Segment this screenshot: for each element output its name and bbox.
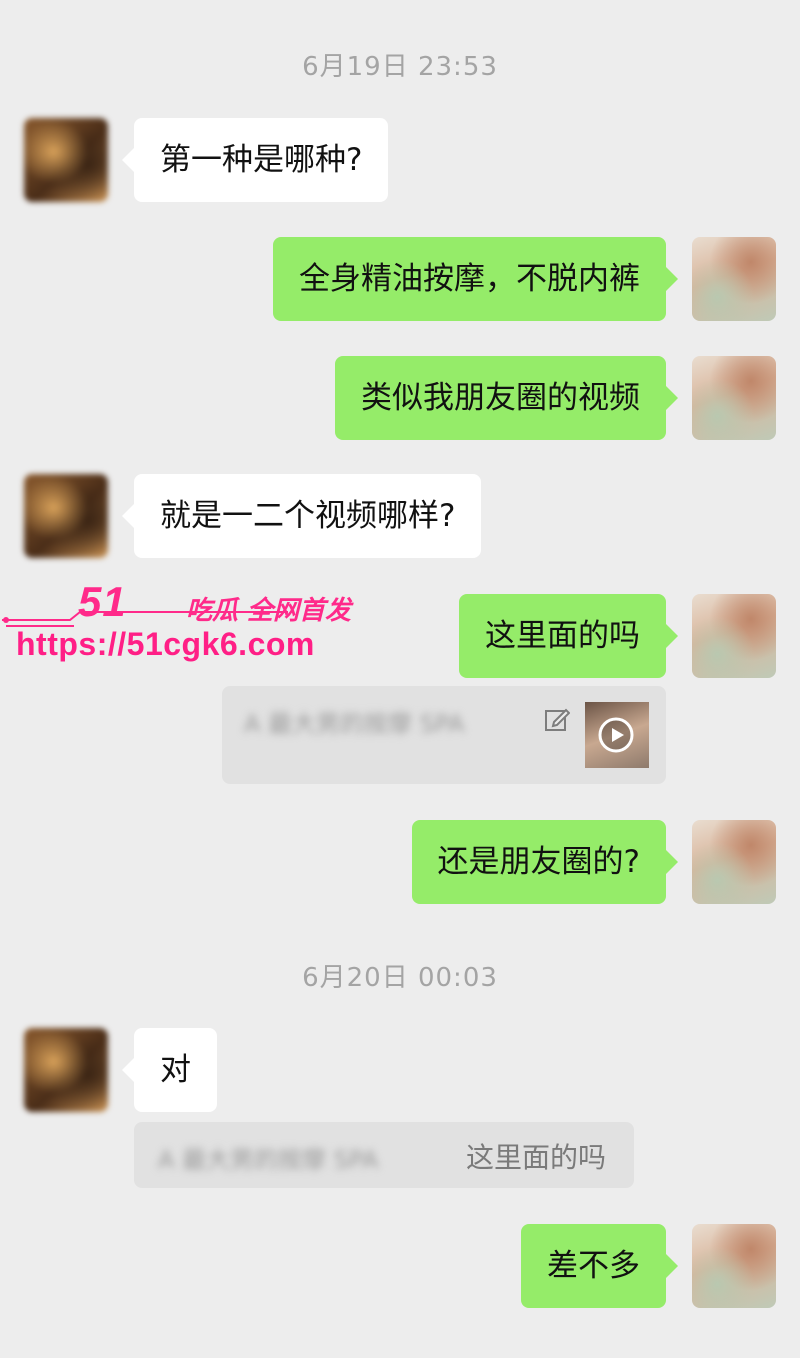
message-bubble-sent[interactable]: 差不多: [521, 1224, 678, 1308]
contact-avatar[interactable]: [24, 1028, 108, 1112]
message-bubble-sent[interactable]: 全身精油按摩，不脱内裤: [273, 237, 678, 321]
play-icon[interactable]: [597, 716, 635, 754]
contact-avatar[interactable]: [24, 474, 108, 558]
quoted-text-blurred: A 最大男的按摩 SPA: [244, 710, 465, 738]
watermark-tagline: 吃瓜 全网首发: [186, 596, 352, 626]
edit-icon[interactable]: [544, 706, 570, 732]
watermark-logo: 51: [78, 578, 127, 625]
message-bubble-received[interactable]: 对: [122, 1028, 217, 1112]
message-bubble-received[interactable]: 第一种是哪种?: [121, 118, 389, 202]
my-avatar[interactable]: [692, 1224, 776, 1308]
timestamp: 6月19日 23:53: [302, 52, 498, 82]
quoted-text: 这里面的吗: [466, 1141, 607, 1174]
timestamp: 6月20日 00:03: [302, 963, 498, 993]
quoted-text-blurred: A 最大男的按摩 SPA: [158, 1146, 379, 1174]
my-avatar[interactable]: [692, 356, 776, 440]
video-thumbnail[interactable]: [585, 702, 649, 768]
my-avatar[interactable]: [692, 237, 776, 321]
message-bubble-sent[interactable]: 还是朋友圈的?: [411, 820, 679, 904]
message-bubble-sent[interactable]: 类似我朋友圈的视频: [335, 356, 678, 440]
contact-avatar[interactable]: [24, 118, 108, 202]
message-bubble-sent[interactable]: 这里面的吗: [459, 594, 678, 678]
my-avatar[interactable]: [692, 594, 776, 678]
my-avatar[interactable]: [692, 820, 776, 904]
watermark-url: https://51cgk6.com: [16, 626, 315, 662]
message-bubble-received[interactable]: 就是一二个视频哪样?: [121, 474, 482, 558]
